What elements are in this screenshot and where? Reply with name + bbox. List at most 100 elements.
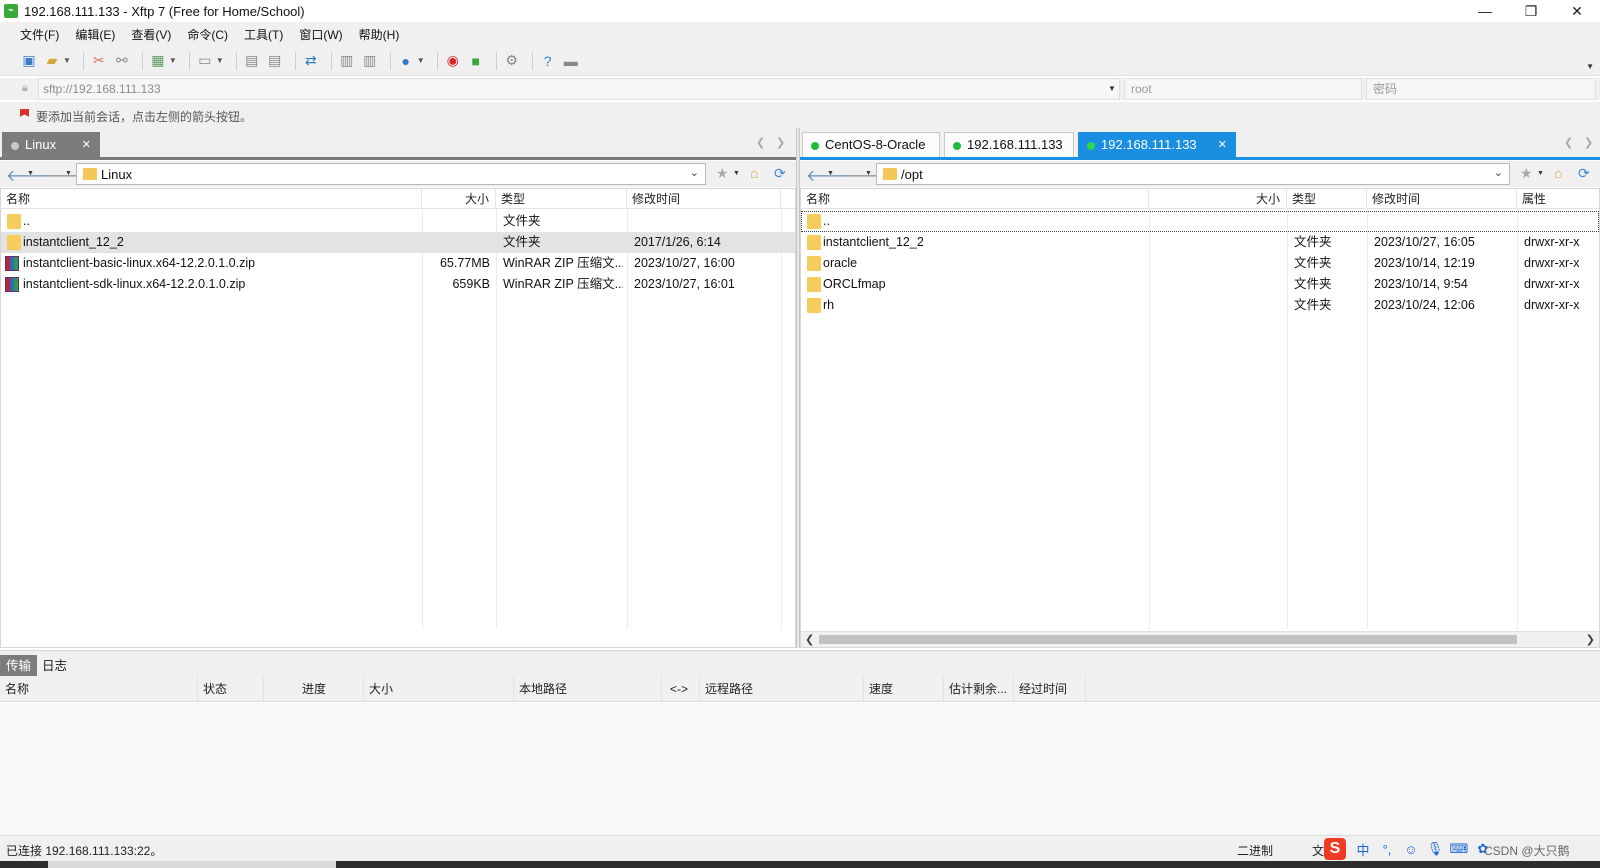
close-button[interactable]: ✕ <box>1554 0 1600 22</box>
home-folder-icon[interactable]: ⌂ <box>1554 165 1562 181</box>
back-caret-icon[interactable]: ▼ <box>27 170 34 177</box>
keyboard-icon[interactable]: ⌨ <box>1448 841 1470 857</box>
chat-icon[interactable]: ▬ <box>562 52 580 70</box>
layout-caret-icon[interactable]: ▼ <box>216 56 224 65</box>
bookmark-caret-icon[interactable]: ▼ <box>733 170 740 177</box>
menu-command[interactable]: 命令(C) <box>187 26 228 43</box>
tab-session-1[interactable]: 192.168.111.133 <box>944 132 1074 158</box>
ime-logo-icon[interactable]: S <box>1324 838 1346 860</box>
host-dropdown-icon[interactable]: ▼ <box>1108 78 1116 100</box>
refresh-icon[interactable]: ⟳ <box>1578 165 1590 182</box>
bookmark-caret-icon[interactable]: ▼ <box>1537 170 1544 177</box>
home-folder-icon[interactable]: ⌂ <box>750 165 758 181</box>
table-row[interactable]: rh 文件夹 2023/10/24, 12:06 drwxr-xr-x <box>801 295 1599 316</box>
tab-centos-oracle[interactable]: CentOS-8-Oracle <box>802 132 940 158</box>
path-dropdown-icon[interactable]: ⌄ <box>1494 166 1503 179</box>
scroll-left-icon[interactable]: ❮ <box>805 632 814 647</box>
menu-help[interactable]: 帮助(H) <box>359 26 400 43</box>
path-dropdown-icon[interactable]: ⌄ <box>690 166 699 179</box>
tab-scroll-left-icon[interactable]: ❮ <box>756 136 765 149</box>
transfer-mode[interactable]: 二进制 <box>1237 842 1273 859</box>
username-input[interactable]: root <box>1124 78 1362 100</box>
tab-scroll-right-icon[interactable]: ❯ <box>776 136 785 149</box>
table-row[interactable]: .. <box>801 211 1599 232</box>
upload-icon[interactable]: ▥ <box>361 52 379 70</box>
col-direction[interactable]: <-> <box>662 676 700 702</box>
tab-transfer[interactable]: 传输 <box>0 655 38 677</box>
xftp-launch-icon[interactable]: ■ <box>467 52 485 70</box>
layout-icon[interactable]: ▭ <box>196 52 214 70</box>
col-type[interactable]: 类型 <box>1287 189 1367 209</box>
help-icon[interactable]: ? <box>539 52 557 70</box>
scrollbar-thumb[interactable] <box>819 635 1517 644</box>
table-row[interactable]: instantclient_12_2 文件夹 2017/1/26, 6:14 <box>1 232 795 253</box>
col-type[interactable]: 类型 <box>496 189 627 209</box>
col-transfer-name[interactable]: 名称 <box>0 676 198 702</box>
col-transfer-progress[interactable]: 进度 <box>264 676 364 702</box>
horizontal-scrollbar[interactable]: ❮ ❯ <box>801 631 1599 647</box>
menu-tools[interactable]: 工具(T) <box>244 26 283 43</box>
bookmark-star-icon[interactable]: ★ <box>716 165 729 182</box>
open-folder-icon[interactable]: ▰ <box>43 52 61 70</box>
disconnect-icon[interactable]: ✂ <box>90 52 108 70</box>
globe-caret-icon[interactable]: ▼ <box>417 56 425 65</box>
transfer-icon[interactable]: ⇄ <box>302 52 320 70</box>
table-row[interactable]: oracle 文件夹 2023/10/14, 12:19 drwxr-xr-x <box>801 253 1599 274</box>
menu-window[interactable]: 窗口(W) <box>299 26 342 43</box>
table-row[interactable]: .. 文件夹 <box>1 211 795 232</box>
ime-lang-toggle[interactable]: 中 <box>1352 840 1374 859</box>
menu-edit[interactable]: 编辑(E) <box>75 26 115 43</box>
maximize-button[interactable]: ❐ <box>1508 0 1554 22</box>
tab-session-2[interactable]: 192.168.111.133 ✕ <box>1078 132 1236 158</box>
gear-icon[interactable]: ⚙ <box>503 52 521 70</box>
remote-path-input[interactable]: /opt ⌄ <box>876 163 1510 185</box>
col-eta[interactable]: 估计剩余... <box>944 676 1014 702</box>
open-caret-icon[interactable]: ▼ <box>63 56 71 65</box>
tab-local-linux[interactable]: Linux ✕ <box>2 132 100 158</box>
globe-icon[interactable]: ● <box>397 52 415 70</box>
col-size[interactable]: 大小 <box>1149 189 1287 209</box>
tab-scroll-left-icon[interactable]: ❮ <box>1564 136 1573 149</box>
refresh-icon[interactable]: ⟳ <box>774 165 786 182</box>
new-window-caret-icon[interactable]: ▼ <box>169 56 177 65</box>
col-transfer-size[interactable]: 大小 <box>364 676 514 702</box>
toolbar-overflow-icon[interactable]: ▼ <box>1586 62 1594 71</box>
bookmark-flag-icon[interactable] <box>20 109 29 117</box>
host-input[interactable]: sftp://192.168.111.133 <box>38 78 1120 100</box>
new-session-icon[interactable]: ▣ <box>20 52 38 70</box>
col-remote-path[interactable]: 远程路径 <box>700 676 864 702</box>
paste-icon[interactable]: ▤ <box>266 52 284 70</box>
col-local-path[interactable]: 本地路径 <box>514 676 662 702</box>
table-row[interactable]: instantclient-sdk-linux.x64-12.2.0.1.0.z… <box>1 274 795 295</box>
copy-icon[interactable]: ▤ <box>243 52 261 70</box>
table-row[interactable]: instantclient-basic-linux.x64-12.2.0.1.0… <box>1 253 795 274</box>
bookmark-star-icon[interactable]: ★ <box>1520 165 1533 182</box>
microphone-icon[interactable]: 🎙︎ <box>1424 841 1446 857</box>
forward-caret-icon[interactable]: ▼ <box>65 170 72 177</box>
col-modified[interactable]: 修改时间 <box>627 189 781 209</box>
back-caret-icon[interactable]: ▼ <box>827 170 834 177</box>
scroll-right-icon[interactable]: ❯ <box>1586 632 1595 647</box>
close-tab-icon[interactable]: ✕ <box>82 133 91 157</box>
encoding-label[interactable]: 文 <box>1312 842 1324 859</box>
tab-scroll-right-icon[interactable]: ❯ <box>1584 136 1593 149</box>
col-transfer-status[interactable]: 状态 <box>198 676 264 702</box>
tab-log[interactable]: 日志 <box>36 655 73 677</box>
menu-file[interactable]: 文件(F) <box>20 26 59 43</box>
forward-caret-icon[interactable]: ▼ <box>865 170 872 177</box>
col-modified[interactable]: 修改时间 <box>1367 189 1517 209</box>
table-row[interactable]: ORCLfmap 文件夹 2023/10/14, 9:54 drwxr-xr-x <box>801 274 1599 295</box>
col-size[interactable]: 大小 <box>422 189 496 209</box>
menu-view[interactable]: 查看(V) <box>131 26 171 43</box>
minimize-button[interactable]: — <box>1462 0 1508 22</box>
punctuation-icon[interactable]: °, <box>1376 842 1398 857</box>
col-speed[interactable]: 速度 <box>864 676 944 702</box>
password-input[interactable]: 密码 <box>1366 78 1596 100</box>
xshell-icon[interactable]: ◉ <box>444 52 462 70</box>
emoji-icon[interactable]: ☺ <box>1400 842 1422 857</box>
col-attributes[interactable]: 属性 <box>1517 189 1599 209</box>
col-elapsed[interactable]: 经过时间 <box>1014 676 1086 702</box>
reconnect-icon[interactable]: ⚯ <box>113 52 131 70</box>
table-row[interactable]: instantclient_12_2 文件夹 2023/10/27, 16:05… <box>801 232 1599 253</box>
download-icon[interactable]: ▥ <box>338 52 356 70</box>
